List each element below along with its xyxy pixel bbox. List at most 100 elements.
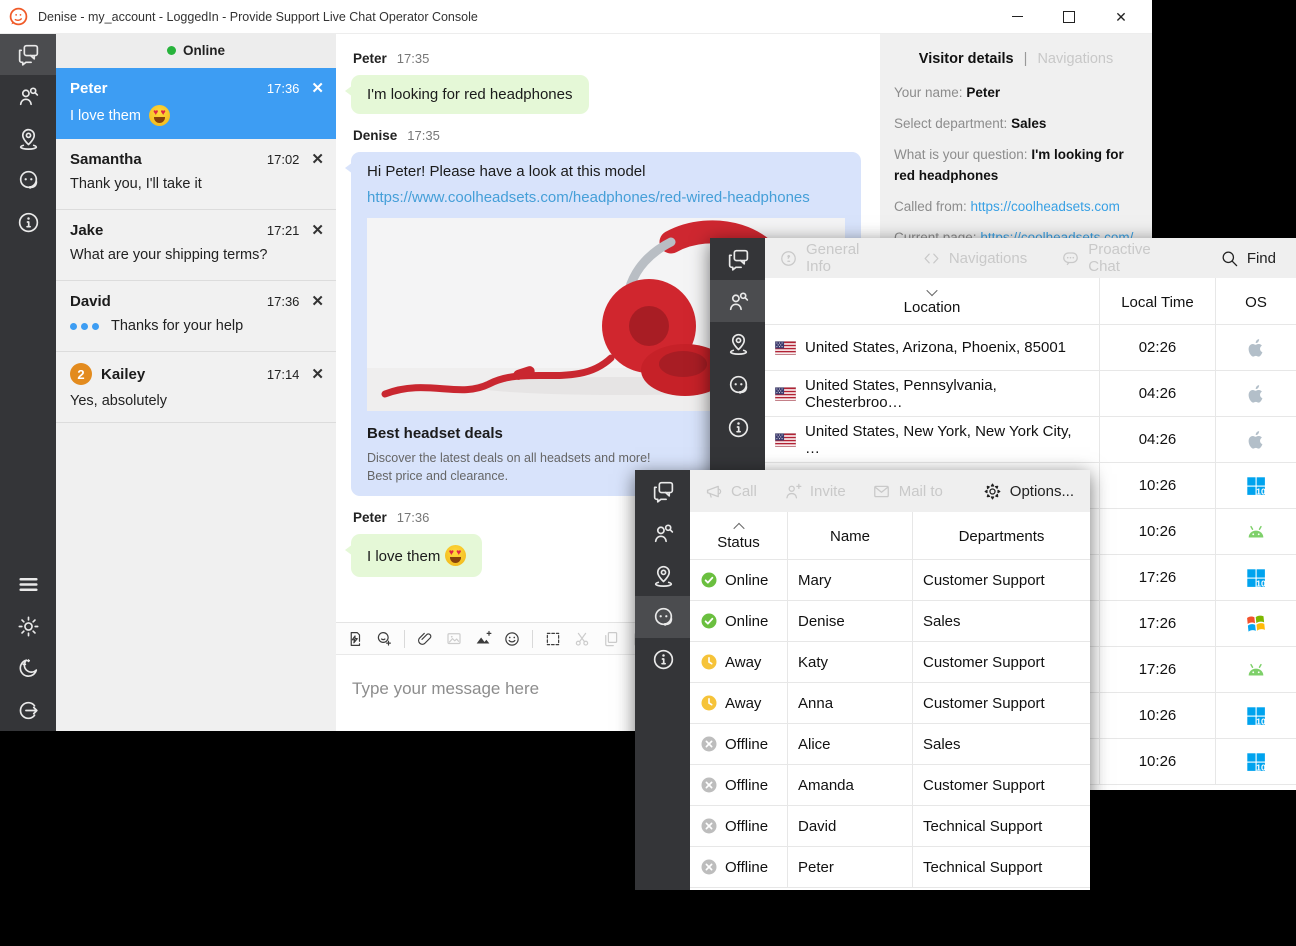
operator-row[interactable]: OfflineAmandaCustomer Support <box>690 765 1090 806</box>
close-button[interactable]: ✕ <box>1106 0 1136 33</box>
sidebar-item-geo-location[interactable] <box>0 117 56 159</box>
sidebar-item-chats[interactable] <box>0 33 56 75</box>
operator-row[interactable]: OfflineAliceSales <box>690 724 1090 765</box>
operator-status-cell: Away <box>690 642 788 682</box>
toolbar-button-general-info[interactable]: General Info <box>779 241 888 275</box>
toolbar-button-proactive-chat[interactable]: Proactive Chat <box>1061 241 1186 275</box>
attach-file-icon[interactable] <box>416 630 434 648</box>
column-header-os[interactable]: OS <box>1216 278 1296 324</box>
maximize-button[interactable] <box>1054 0 1084 33</box>
sidebar-item-chats[interactable] <box>635 470 691 512</box>
status-offline-icon <box>700 858 718 876</box>
toolbar-button-label: Mail to <box>899 483 943 500</box>
chat-list-item[interactable]: 2Kailey17:14✕Yes, absolutely <box>56 352 336 423</box>
sidebar-item-settings[interactable] <box>0 605 56 647</box>
visitor-location: United States, Pennsylvania, Chesterbroo… <box>805 377 1089 411</box>
chat-list-item[interactable]: Peter17:36✕I love them <box>56 68 336 139</box>
visitor-field-link[interactable]: https://coolheadsets.com <box>971 199 1120 214</box>
windows10-os-icon: 10 <box>1245 705 1267 727</box>
operator-status-header[interactable]: Online <box>56 33 336 68</box>
operator-department: Customer Support <box>913 560 1090 600</box>
visitor-field: Called from: https://coolheadsets.com <box>894 197 1138 218</box>
column-header-location[interactable]: Location <box>765 278 1100 324</box>
column-header-label: Location <box>904 299 961 316</box>
toolbar-button-label: General Info <box>806 241 888 275</box>
operator-status-label: Online <box>725 572 768 589</box>
sidebar-item-visitors[interactable] <box>0 75 56 117</box>
sidebar-item-operators[interactable] <box>635 596 691 638</box>
close-chat-icon[interactable]: ✕ <box>311 79 324 97</box>
chat-list-item[interactable]: David17:36✕Thanks for your help <box>56 281 336 352</box>
sort-arrow-icon <box>926 285 937 296</box>
visitors-icon <box>16 84 41 109</box>
tab-navigations[interactable]: Navigations <box>1037 51 1113 67</box>
sidebar-item-menu[interactable] <box>0 563 56 605</box>
toolbar-button-find[interactable]: Find <box>1220 249 1296 268</box>
sidebar-item-system-info[interactable] <box>0 201 56 243</box>
select-area-icon[interactable] <box>544 630 562 648</box>
column-header-status[interactable]: Status <box>690 512 788 559</box>
visitor-location-cell: United States, Pennsylvania, Chesterbroo… <box>765 371 1100 416</box>
visitor-row[interactable]: United States, Arizona, Phoenix, 8500102… <box>765 325 1296 371</box>
close-chat-icon[interactable]: ✕ <box>311 292 324 310</box>
chat-contact-name: Peter <box>70 80 108 97</box>
operator-row[interactable]: OfflinePeterTechnical Support <box>690 847 1090 888</box>
message-time: 17:35 <box>397 51 430 66</box>
visitor-row[interactable]: United States, Pennsylvania, Chesterbroo… <box>765 371 1296 417</box>
operator-name: Katy <box>788 642 913 682</box>
visitor-row[interactable]: United States, New York, New York City, … <box>765 417 1296 463</box>
operator-row[interactable]: AwayKatyCustomer Support <box>690 642 1090 683</box>
message-meta: Peter 17:35 <box>353 51 880 66</box>
sidebar-item-operators[interactable] <box>710 364 766 406</box>
minimize-button[interactable] <box>1002 0 1032 33</box>
column-header-departments[interactable]: Departments <box>913 512 1090 559</box>
column-header-local-time[interactable]: Local Time <box>1100 278 1216 324</box>
operator-row[interactable]: OfflineDavidTechnical Support <box>690 806 1090 847</box>
chat-preview-text: I love them <box>70 108 141 124</box>
sidebar-item-system-info[interactable] <box>710 406 766 448</box>
tab-visitor-details[interactable]: Visitor details <box>919 51 1014 67</box>
toolbar-button-invite[interactable]: Invite <box>783 482 846 501</box>
svg-text:10: 10 <box>1256 486 1266 496</box>
toolbar-button-navigations[interactable]: Navigations <box>922 249 1027 268</box>
emoji-icon[interactable] <box>503 630 521 648</box>
sidebar-item-system-info[interactable] <box>635 638 691 680</box>
operator-row[interactable]: AwayAnnaCustomer Support <box>690 683 1090 724</box>
visitor-local-time: 17:26 <box>1100 647 1216 692</box>
operator-status-cell: Away <box>690 683 788 723</box>
operator-row[interactable]: OnlineDeniseSales <box>690 601 1090 642</box>
sidebar-item-chats[interactable] <box>710 238 766 280</box>
chat-time: 17:36 <box>267 294 300 309</box>
visitor-field-label: What is your question: <box>894 147 1031 162</box>
operator-status-cell: Offline <box>690 765 788 805</box>
sidebar-item-logout[interactable] <box>0 689 56 731</box>
windows10-os-icon: 10 <box>1245 751 1267 773</box>
chats-icon <box>16 42 41 67</box>
sidebar-item-geo-location[interactable] <box>710 322 766 364</box>
megaphone-icon <box>704 482 723 501</box>
close-chat-icon[interactable]: ✕ <box>311 150 324 168</box>
add-response-icon[interactable] <box>375 630 393 648</box>
column-header-name[interactable]: Name <box>788 512 913 559</box>
sidebar-item-night-mode[interactable] <box>0 647 56 689</box>
chat-list-item[interactable]: Jake17:21✕What are your shipping terms? <box>56 210 336 281</box>
operator-row[interactable]: OnlineMaryCustomer Support <box>690 560 1090 601</box>
operator-name: David <box>788 806 913 846</box>
close-chat-icon[interactable]: ✕ <box>311 221 324 239</box>
canned-response-icon[interactable] <box>346 630 364 648</box>
toolbar-button-call[interactable]: Call <box>704 482 757 501</box>
sidebar-item-visitors[interactable] <box>710 280 766 322</box>
toolbar-button-mail-to[interactable]: Mail to <box>872 482 943 501</box>
sidebar-item-geo-location[interactable] <box>635 554 691 596</box>
message-author: Peter <box>353 51 387 66</box>
message-link[interactable]: https://www.coolheadsets.com/headphones/… <box>367 189 845 206</box>
sidebar-item-visitors[interactable] <box>635 512 691 554</box>
toolbar-button-options[interactable]: Options... <box>983 482 1090 501</box>
sidebar-item-operators[interactable] <box>0 159 56 201</box>
message-meta: Denise17:35 <box>353 128 880 143</box>
chat-list-item[interactable]: Samantha17:02✕Thank you, I'll take it <box>56 139 336 210</box>
titlebar[interactable]: Denise - my_account - LoggedIn - Provide… <box>0 0 1152 34</box>
close-chat-icon[interactable]: ✕ <box>311 365 324 383</box>
operators-window-sidebar <box>635 470 691 890</box>
send-screenshot-icon[interactable] <box>474 630 492 648</box>
